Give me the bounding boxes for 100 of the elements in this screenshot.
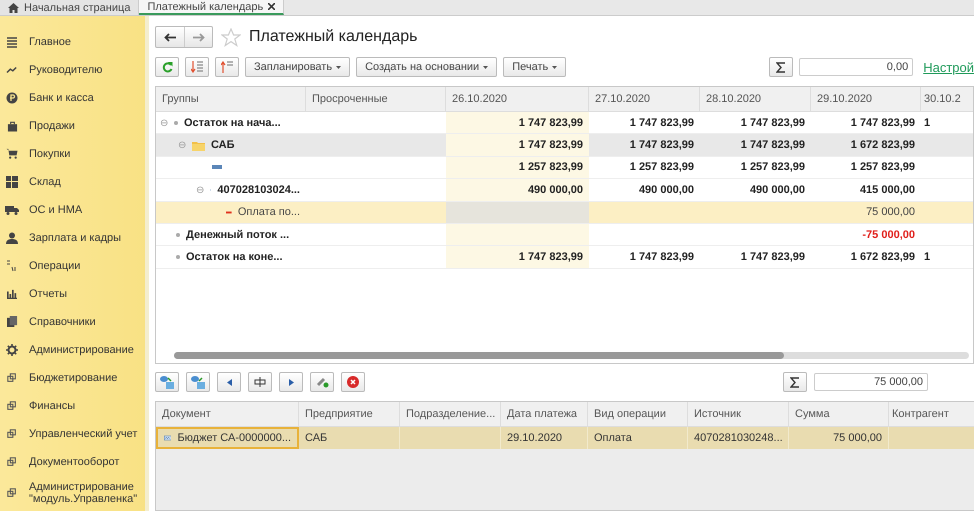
person-icon — [6, 232, 18, 244]
menu-icon — [6, 36, 18, 48]
table-row[interactable]: 1 257 823,99 1 257 823,99 1 257 823,99 1 257 823,99 — [156, 156, 973, 180]
sum-field[interactable]: 75 000,00 — [814, 373, 928, 391]
sum-button[interactable] — [769, 57, 794, 77]
bullet-icon — [176, 232, 180, 237]
sum-button[interactable] — [783, 372, 807, 392]
column-header[interactable]: 29.10.2020 — [811, 87, 921, 111]
amount: 1 257 823,99 — [518, 161, 583, 174]
column-header[interactable]: Группы — [156, 87, 306, 111]
move-button[interactable] — [155, 372, 179, 392]
sidebar-item[interactable]: Склад — [0, 168, 145, 196]
sidebar-item[interactable]: Справочники — [0, 308, 145, 336]
sidebar-item[interactable]: Администрирование — [0, 336, 145, 364]
amount: 1 747 823,99 — [850, 116, 915, 129]
settings-link[interactable]: Настрой — [923, 60, 974, 74]
amount: 1 — [924, 116, 930, 129]
amount: 490 000,00 — [750, 184, 805, 196]
table-row[interactable]: Остаток на коне... 1 747 823,99 1 747 823,99 1 747 823,99 1 672 823,99 1 — [156, 246, 973, 269]
column-header[interactable]: Вид операции — [588, 402, 688, 426]
table-row[interactable]: ⊖ 407028103024... 490 000,00 490 000,00 490 000,00 415 000,00 — [156, 179, 973, 202]
tab[interactable]: Платежный календарь — [139, 0, 284, 15]
column-header[interactable]: 28.10.2020 — [700, 87, 811, 111]
sidebar-item[interactable]: ОС и НМА — [0, 196, 145, 224]
next-button[interactable] — [279, 372, 303, 392]
sidebar-item[interactable]: Главное — [0, 28, 145, 56]
table-row[interactable]: Оплата по... 75 000,00 — [156, 202, 973, 224]
sort-icon — [191, 61, 203, 73]
sort-down-button[interactable] — [185, 57, 209, 77]
sidebar-item[interactable]: Зарплата и кадры — [0, 224, 145, 252]
trend-icon — [6, 64, 18, 75]
left-triangle-icon — [226, 378, 232, 386]
column-header[interactable]: Источник — [688, 402, 789, 426]
table-cell: 4070281030248... — [694, 432, 783, 444]
sidebar-item[interactable]: Банк и касса — [0, 84, 145, 112]
column-header[interactable]: Сумма — [789, 402, 889, 426]
link-button[interactable] — [310, 372, 334, 392]
amount: 1 747 823,99 — [630, 251, 694, 264]
column-header[interactable]: Просроченные — [306, 87, 446, 111]
bag-icon — [6, 120, 18, 132]
amount: 490 000,00 — [528, 184, 583, 196]
sidebar-item[interactable]: Финансы — [0, 392, 145, 420]
amount: 1 — [924, 251, 930, 264]
document-icon — [164, 434, 172, 442]
dropdown-button[interactable]: Создать на основании — [356, 57, 498, 77]
sidebar-item[interactable]: Управленческий учет — [0, 420, 145, 448]
amount: 1 257 823,99 — [630, 161, 694, 174]
sidebar-item[interactable]: Отчеты — [0, 280, 145, 308]
caret-icon — [336, 66, 342, 68]
sort-icon — [221, 61, 233, 73]
amount: -75 000,00 — [862, 228, 915, 241]
table-row[interactable]: Денежный поток ... -75 000,00 — [156, 224, 973, 246]
amount: 1 747 823,99 — [740, 251, 805, 264]
tab[interactable]: Начальная страница — [0, 0, 140, 15]
sidebar-item[interactable]: Операции — [0, 252, 145, 280]
previous-button[interactable] — [217, 372, 241, 392]
split-icon — [254, 377, 266, 387]
dropdown-button[interactable]: Запланировать — [245, 57, 350, 77]
sidebar-item[interactable]: Продажи — [0, 112, 145, 140]
column-header[interactable]: Документ — [156, 402, 299, 426]
amount: 415 000,00 — [860, 184, 915, 196]
bullet-icon — [174, 120, 178, 125]
database-icon — [160, 376, 174, 388]
close-icon[interactable] — [268, 3, 276, 10]
left-arrow-icon — [164, 32, 176, 42]
column-header[interactable]: Дата платежа — [501, 402, 588, 426]
sort-up-button[interactable] — [215, 57, 239, 77]
delete-button[interactable] — [341, 372, 365, 392]
move-button[interactable] — [186, 372, 210, 392]
table-cell: Оплата — [594, 432, 632, 444]
star-icon[interactable] — [221, 28, 241, 46]
refresh-button[interactable] — [155, 57, 179, 77]
refresh-icon — [162, 62, 172, 72]
table-row[interactable]: ⊖ САБ 1 747 823,99 1 747 823,99 1 747 823,99 1 672 823,99 — [156, 134, 973, 157]
amount: 75 000,00 — [866, 206, 915, 218]
group-label: САБ — [211, 139, 235, 152]
amount: 1 747 823,99 — [740, 139, 805, 152]
window-icon — [7, 456, 17, 467]
column-header[interactable]: Предприятие — [299, 402, 400, 426]
caret-icon — [483, 66, 488, 68]
amount: 1 747 823,99 — [630, 139, 694, 152]
split-button[interactable] — [248, 372, 272, 392]
column-header[interactable]: 30.10.2 — [921, 87, 973, 111]
column-header[interactable]: 26.10.2020 — [446, 87, 589, 111]
database-icon — [191, 376, 205, 388]
gear-icon — [6, 344, 18, 356]
column-header[interactable]: 27.10.2020 — [589, 87, 700, 111]
dropdown-button[interactable]: Печать — [503, 57, 566, 77]
sidebar-item[interactable]: Покупки — [0, 140, 145, 168]
sum-field[interactable]: 0,00 — [799, 58, 914, 76]
sidebar-item[interactable]: Бюджетирование — [0, 364, 145, 392]
scrollbar[interactable] — [174, 352, 969, 359]
column-header[interactable]: Подразделение... — [400, 402, 501, 426]
sidebar-item[interactable]: Руководителю — [0, 56, 145, 84]
sidebar-item[interactable]: Администрирование "модуль.Управленка" — [0, 476, 145, 511]
truck-icon — [5, 204, 19, 215]
cart-icon — [6, 148, 18, 160]
column-header[interactable]: Контрагент — [889, 402, 974, 426]
table-row[interactable]: Бюджет СА-0000000... САБ 29.10.2020 Оплата 4070281030248... 75 000,00 — [156, 427, 974, 449]
sidebar-item[interactable]: Документооборот — [0, 448, 145, 476]
